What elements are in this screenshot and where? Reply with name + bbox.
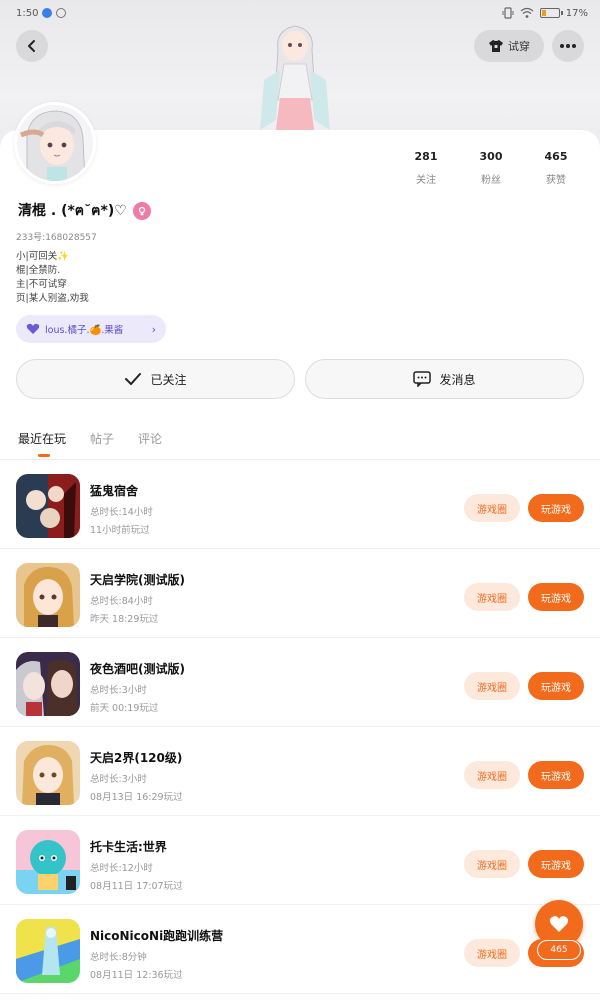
avatar[interactable] (14, 102, 96, 184)
game-icon (16, 474, 80, 538)
heart-icon (549, 916, 569, 932)
game-last-played: 11小时前玩过 (90, 525, 150, 536)
stat-likes[interactable]: 465 获赞 (526, 150, 586, 186)
send-message-label: 发消息 (439, 372, 476, 387)
more-button[interactable] (552, 30, 584, 62)
wifi-icon (520, 7, 534, 18)
stat-number: 281 (414, 150, 438, 163)
profile-card: 281 关注 300 粉丝 465 获赞 清棍 . (*ฅ˘ฅ*)♡ 233号:… (0, 102, 600, 1000)
list-item[interactable]: 猛鬼宿舍 总时长:14小时 11小时前玩过 游戏圈 玩游戏 (0, 460, 600, 549)
bio: 小|可回关✨ 棍|全禁防. 主|不可试穿 页|某人别盗,劝我 (16, 250, 89, 306)
game-icon (16, 830, 80, 894)
chevron-right-icon: › (151, 322, 156, 336)
back-button[interactable] (16, 30, 48, 62)
list-item[interactable]: 托卡生活:世界 总时长:12小时 08月11日 17:07玩过 游戏圈 玩游戏 (0, 816, 600, 905)
try-on-button[interactable]: 试穿 (474, 30, 544, 62)
game-name: 天启学院(测试版) (90, 573, 185, 587)
bio-line: 小|可回关✨ (16, 251, 70, 262)
game-last-played: 08月11日 12:36玩过 (90, 970, 183, 981)
vibrate-icon (502, 7, 514, 19)
game-last-played: 08月11日 17:07玩过 (90, 881, 183, 892)
game-duration: 总时长:8分钟 (90, 952, 147, 963)
battery-percent: 17% (565, 7, 588, 19)
stat-followers[interactable]: 300 粉丝 (461, 150, 521, 186)
game-circle-button[interactable]: 游戏圈 (464, 494, 520, 522)
game-circle-button[interactable]: 游戏圈 (464, 672, 520, 700)
username-text: 清棍 . (*ฅ˘ฅ*)♡ (18, 203, 127, 219)
tab-recently-played[interactable]: 最近在玩 (18, 430, 66, 457)
game-name: 托卡生活:世界 (90, 840, 167, 854)
game-duration: 总时长:84小时 (90, 596, 153, 607)
tab-comments[interactable]: 评论 (138, 430, 162, 447)
game-last-played: 08月13日 16:29玩过 (90, 792, 183, 803)
like-count-badge: 465 (537, 940, 581, 960)
game-circle-button[interactable]: 游戏圈 (464, 583, 520, 611)
send-message-button[interactable]: 发消息 (305, 359, 584, 399)
stat-following[interactable]: 281 关注 (396, 150, 456, 186)
game-circle-button[interactable]: 游戏圈 (464, 761, 520, 789)
more-dots-icon (560, 44, 576, 48)
game-last-played: 前天 00:19玩过 (90, 703, 159, 714)
heart-icon (26, 323, 40, 334)
play-game-button[interactable]: 玩游戏 (528, 850, 584, 878)
stat-label: 关注 (416, 175, 436, 186)
user-id: 233号:168028557 (16, 233, 97, 243)
game-icon (16, 741, 80, 805)
profile-tabs: 最近在玩 帖子 评论 (18, 430, 162, 457)
game-duration: 总时长:12小时 (90, 863, 153, 874)
battery-icon (539, 8, 563, 18)
followed-label: 已关注 (150, 372, 187, 387)
game-circle-button[interactable]: 游戏圈 (464, 939, 520, 967)
chevron-left-icon (28, 40, 35, 52)
camera-notification-icon (56, 8, 67, 18)
tab-posts[interactable]: 帖子 (90, 430, 114, 447)
bio-line: 主|不可试穿 (16, 279, 67, 290)
game-duration: 总时长:14小时 (90, 507, 153, 518)
game-name: 天启2界(120级) (90, 751, 183, 765)
game-duration: 总时长:3小时 (90, 685, 147, 696)
stat-number: 300 (479, 150, 503, 163)
play-game-button[interactable]: 玩游戏 (528, 761, 584, 789)
stat-label: 粉丝 (481, 175, 501, 186)
status-time: 1:50 (16, 7, 39, 19)
game-icon (16, 563, 80, 627)
try-on-label: 试穿 (508, 40, 530, 53)
list-item[interactable]: 天启2界(120级) 总时长:3小时 08月13日 16:29玩过 游戏圈 玩游… (0, 727, 600, 816)
avatar-image (17, 105, 93, 181)
play-game-button[interactable]: 玩游戏 (528, 672, 584, 700)
game-circle-button[interactable]: 游戏圈 (464, 850, 520, 878)
tshirt-icon (489, 40, 503, 52)
bio-line: 棍|全禁防. (16, 265, 61, 276)
game-name: NicoNicoNi跑跑训练营 (90, 929, 224, 943)
list-item[interactable]: 天启学院(测试版) 总时长:84小时 昨天 18:29玩过 游戏圈 玩游戏 (0, 549, 600, 638)
list-item[interactable]: 夜色酒吧(测试版) 总时长:3小时 前天 00:19玩过 游戏圈 玩游戏 (0, 638, 600, 727)
list-item[interactable]: NicoNicoNi跑跑训练营 总时长:8分钟 08月11日 12:36玩过 游… (0, 905, 600, 994)
relationship-tag-chip[interactable]: lous.橘子.🍊.果酱 › (16, 315, 166, 343)
app-notification-icon (42, 8, 53, 18)
game-last-played: 昨天 18:29玩过 (90, 614, 159, 625)
game-icon (16, 652, 80, 716)
followed-button[interactable]: 已关注 (16, 359, 295, 399)
stat-number: 465 (544, 150, 568, 163)
game-icon (16, 919, 80, 983)
tag-chip-label: lous.橘子.🍊.果酱 (45, 325, 124, 336)
message-icon (413, 371, 432, 387)
female-icon (132, 202, 151, 220)
check-icon (125, 373, 142, 385)
profile-stats: 281 关注 300 粉丝 465 获赞 (396, 150, 586, 186)
stat-label: 获赞 (546, 175, 566, 186)
game-name: 猛鬼宿舍 (90, 484, 139, 498)
recently-played-list: 猛鬼宿舍 总时长:14小时 11小时前玩过 游戏圈 玩游戏 天启学院(测试版) … (0, 460, 600, 994)
bio-line: 页|某人别盗,劝我 (16, 293, 89, 304)
play-game-button[interactable]: 玩游戏 (528, 494, 584, 522)
play-game-button[interactable]: 玩游戏 (528, 583, 584, 611)
username: 清棍 . (*ฅ˘ฅ*)♡ (18, 200, 151, 222)
game-duration: 总时长:3小时 (90, 774, 147, 785)
game-name: 夜色酒吧(测试版) (90, 662, 185, 676)
